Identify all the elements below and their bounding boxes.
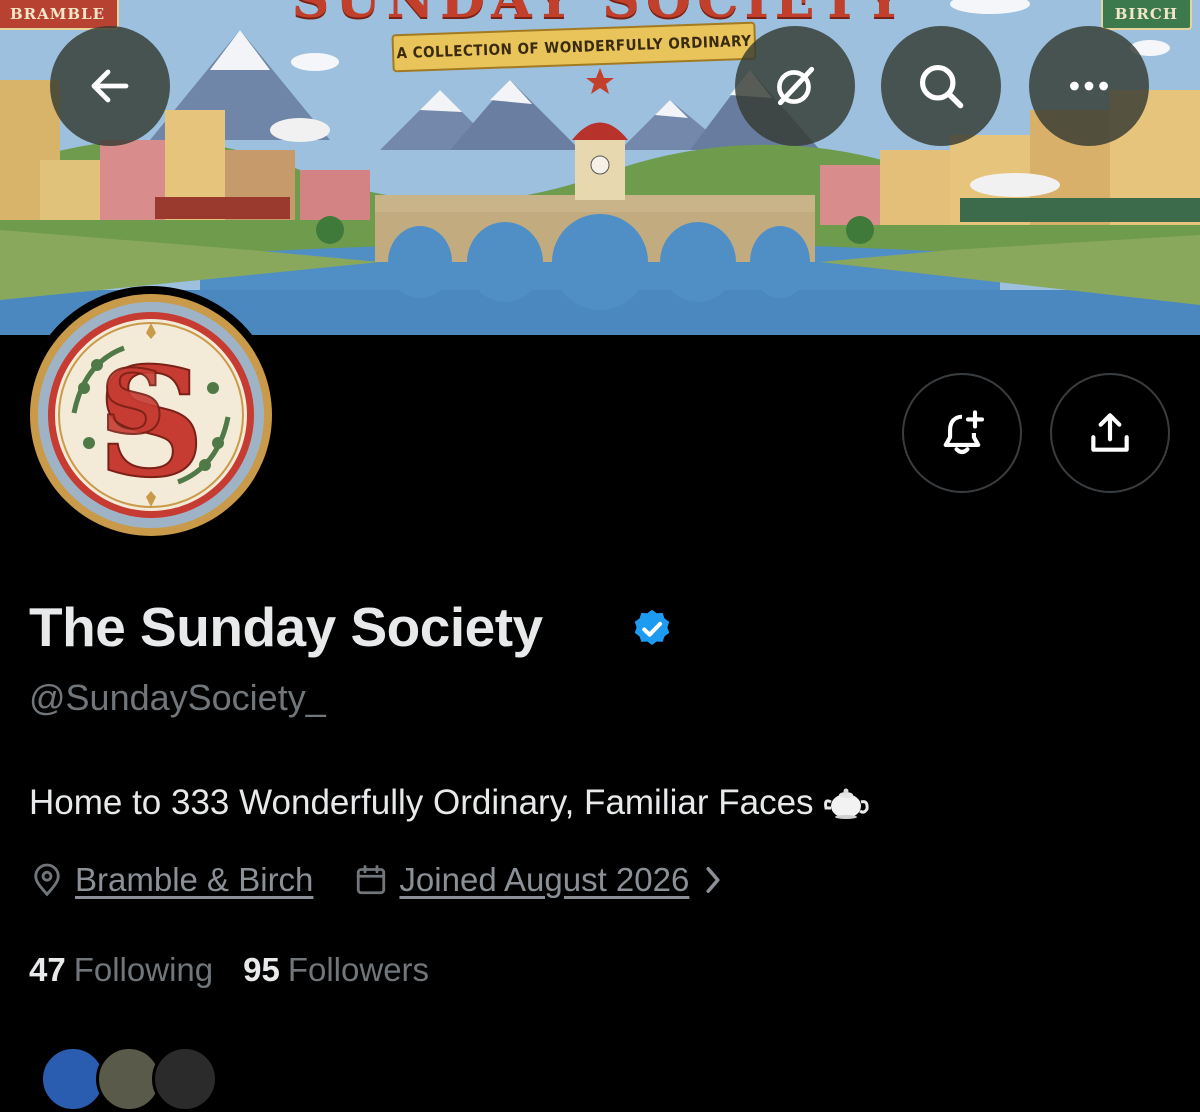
share-upload-icon xyxy=(1091,413,1129,452)
location-item: Bramble & Birch xyxy=(29,861,313,899)
banner-right-tag: BIRCH xyxy=(1100,0,1192,30)
followers-label: Followers xyxy=(287,951,430,988)
more-options-button[interactable] xyxy=(1029,26,1149,146)
arrow-left-icon xyxy=(91,69,129,103)
profile-stats: 47 Following 95 Followers xyxy=(29,948,429,992)
following-label: Following xyxy=(73,951,214,988)
more-horizontal-icon xyxy=(1070,81,1108,91)
profile-display-name: The Sunday Society xyxy=(29,596,543,658)
search-icon xyxy=(919,64,964,109)
location-link[interactable]: Bramble & Birch xyxy=(75,861,313,899)
grok-button[interactable] xyxy=(735,26,855,146)
profile-meta: Bramble & Birch Joined August 2026 xyxy=(29,858,733,902)
verified-badge-icon[interactable] xyxy=(630,607,674,651)
chevron-right-icon xyxy=(706,867,720,893)
banner-left-tag: BRAMBLE xyxy=(0,0,120,30)
location-pin-icon xyxy=(34,863,60,897)
banner-title: SUNDAY SOCIETY xyxy=(280,0,920,30)
profile-banner[interactable]: SUNDAY SOCIETY A COLLECTION OF WONDERFUL… xyxy=(0,0,1200,335)
followed-avatar xyxy=(152,1046,218,1112)
svg-text:S: S xyxy=(101,350,165,454)
profile-handle: @SundaySociety_ xyxy=(29,677,326,718)
notify-button[interactable] xyxy=(902,373,1022,493)
calendar-icon xyxy=(357,865,386,895)
following-stat[interactable]: 47 Following xyxy=(29,951,213,989)
avatar-image: S S xyxy=(29,293,273,537)
monogram-emblem: S S xyxy=(30,294,272,536)
joined-date-link[interactable]: Joined August 2026 xyxy=(399,861,689,899)
back-button[interactable] xyxy=(50,26,170,146)
followers-count: 95 xyxy=(243,951,280,988)
teapot-icon xyxy=(823,788,869,819)
following-count: 47 xyxy=(29,951,66,988)
bell-plus-icon xyxy=(943,410,984,455)
followers-stat[interactable]: 95 Followers xyxy=(243,951,429,989)
joined-item[interactable]: Joined August 2026 xyxy=(353,861,733,899)
search-button[interactable] xyxy=(881,26,1001,146)
bio-text: Home to 333 Wonderfully Ordinary, Famili… xyxy=(29,783,814,822)
profile-avatar[interactable]: S S xyxy=(22,286,280,544)
grok-slash-icon xyxy=(777,66,815,106)
share-button[interactable] xyxy=(1050,373,1170,493)
profile-bio: Home to 333 Wonderfully Ordinary, Famili… xyxy=(29,780,870,826)
